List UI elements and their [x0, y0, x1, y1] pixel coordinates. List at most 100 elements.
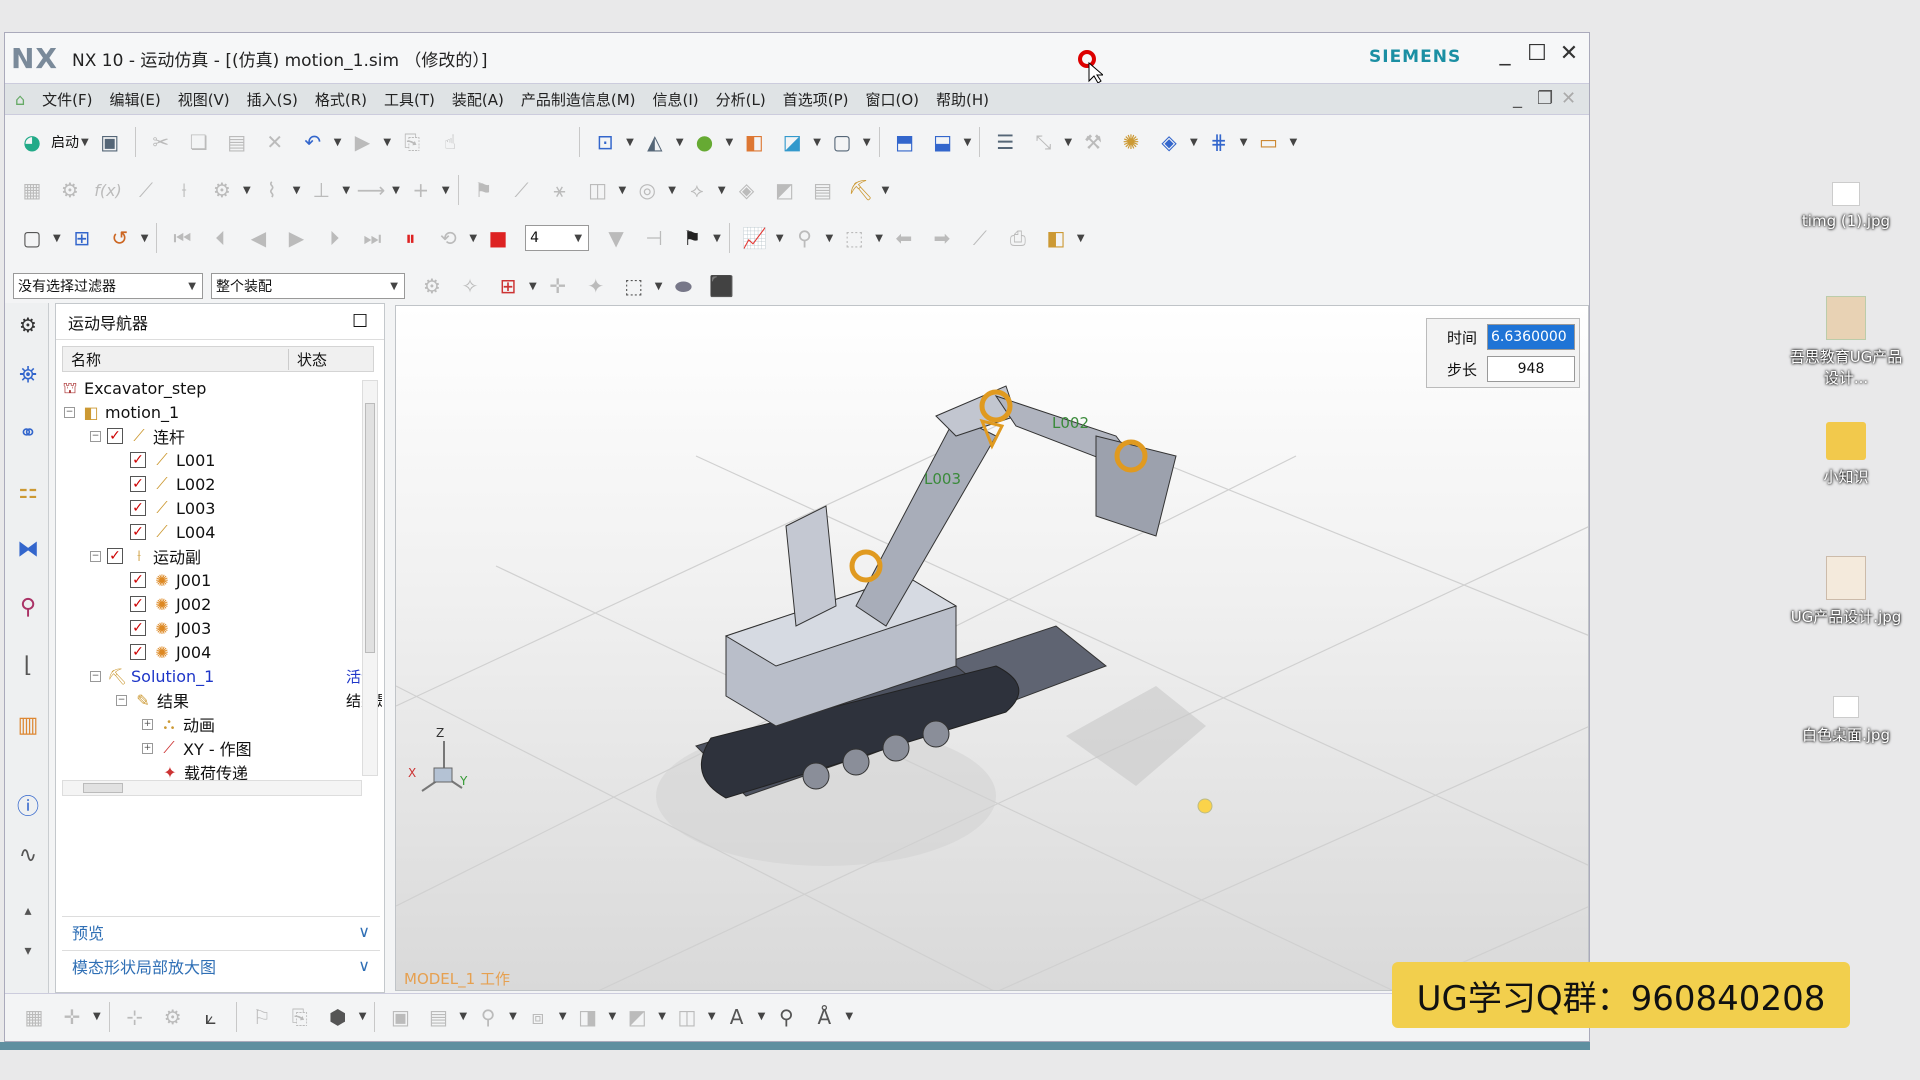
graphics-viewport[interactable]: L002 L003 Z X Y MODEL_1 工作 时间 6.6360000 … [395, 305, 1589, 991]
desktop-file-ug[interactable]: UG产品设计.jpg [1786, 556, 1906, 627]
solver-icon[interactable]: ⚹ [545, 175, 575, 205]
solid-icon[interactable]: ⬬ [668, 271, 698, 301]
menu-help[interactable]: 帮助(H) [936, 89, 989, 110]
text-size-icon[interactable]: A [722, 1002, 752, 1032]
menu-window[interactable]: 窗口(O) [865, 89, 919, 110]
start-button[interactable]: 启动 [51, 132, 79, 152]
step-field[interactable]: 948 [1487, 356, 1575, 382]
collapse-icon[interactable]: − [116, 694, 127, 706]
rect-select-icon[interactable]: ⬚ [619, 271, 649, 301]
cube-icon[interactable]: ◧ [1041, 223, 1071, 253]
settings-gear-icon[interactable]: ⚙ [13, 313, 43, 343]
gear-icon[interactable]: ⚙ [207, 175, 237, 205]
grid-icon[interactable]: ⋕ [1204, 127, 1234, 157]
step-combo[interactable]: 4 ▼ [525, 225, 590, 251]
step-forward-icon[interactable]: ⏵ [319, 223, 349, 253]
save-icon[interactable]: ▣ [95, 127, 125, 157]
arrow-right-icon[interactable]: ➡ [927, 223, 957, 253]
visibility-checkbox[interactable]: ✓ [107, 548, 123, 564]
motion-navigator-tab-icon[interactable]: ⛯ [13, 363, 43, 393]
doc-restore-button[interactable]: ❐ [1537, 88, 1553, 109]
column-status[interactable]: 状态 [289, 349, 327, 370]
frame-icon[interactable]: ▢ [17, 223, 47, 253]
menu-assembly[interactable]: 装配(A) [452, 89, 504, 110]
cut-icon[interactable]: ✂ [146, 127, 176, 157]
csys-icon[interactable]: ⊹ [120, 1002, 150, 1032]
finish-flag-icon[interactable]: ⚑ [677, 223, 707, 253]
measure-tool-icon[interactable]: ⚒ [1078, 127, 1108, 157]
constraint-icon[interactable]: ⊥ [306, 175, 336, 205]
menu-view[interactable]: 视图(V) [178, 89, 230, 110]
feature-icon[interactable]: ✦ [581, 271, 611, 301]
box-select-icon[interactable]: ⬚ [839, 223, 869, 253]
select-settings-icon[interactable]: ⚙ [417, 271, 447, 301]
preview-panel[interactable]: 预览 ∨ [62, 916, 380, 946]
snapshot-icon[interactable]: ⊣ [639, 223, 669, 253]
solution-icon[interactable]: ◫ [583, 175, 613, 205]
visibility-checkbox[interactable]: ✓ [130, 452, 146, 468]
visibility-checkbox[interactable]: ✓ [130, 572, 146, 588]
menu-format[interactable]: 格式(R) [315, 89, 367, 110]
menu-analysis[interactable]: 分析(L) [716, 89, 766, 110]
mass-icon[interactable]: ⬢ [323, 1002, 353, 1032]
menu-preferences[interactable]: 首选项(P) [783, 89, 849, 110]
render-style-icon[interactable]: ◭ [640, 127, 670, 157]
driver-icon[interactable]: ⟶ [356, 175, 386, 205]
vector-icon[interactable]: ⟀ [196, 1002, 226, 1032]
desktop-file-timg[interactable]: timg (1).jpg [1786, 182, 1906, 230]
desktop-file-white[interactable]: 白色桌面.jpg [1786, 696, 1906, 745]
delete-icon[interactable]: ✕ [260, 127, 290, 157]
tree-horizontal-scrollbar[interactable] [62, 780, 362, 796]
loop-icon[interactable]: ⟲ [433, 223, 463, 253]
menu-file[interactable]: 文件(F) [42, 89, 92, 110]
force-icon[interactable]: + [406, 175, 436, 205]
window-copy-icon[interactable]: ⎘ [397, 127, 427, 157]
table-icon[interactable]: ▤ [808, 175, 838, 205]
visibility-checkbox[interactable]: ✓ [130, 620, 146, 636]
h-scroll-thumb[interactable] [83, 783, 123, 793]
assembly-navigator-icon[interactable]: ⚭ [13, 421, 43, 451]
mode-shape-panel[interactable]: 模态形状局部放大图 ∨ [62, 950, 380, 980]
visibility-checkbox[interactable]: ✓ [130, 596, 146, 612]
visibility-checkbox[interactable]: ✓ [130, 644, 146, 660]
plot-icon[interactable]: ⟋ [965, 223, 995, 253]
section-icon[interactable]: ◪ [777, 127, 807, 157]
snap-icon[interactable]: ◈ [1154, 127, 1184, 157]
doc-close-button[interactable]: ✕ [1561, 88, 1576, 109]
history-icon[interactable]: ⌊ [13, 653, 43, 683]
body-icon[interactable]: ⬛ [706, 271, 736, 301]
last-frame-icon[interactable]: ⏭ [357, 223, 387, 253]
clip-icon[interactable]: ⧈ [523, 1002, 553, 1032]
menu-pmi[interactable]: 产品制造信息(M) [521, 89, 636, 110]
analysis-icon[interactable]: ⛏ [846, 175, 876, 205]
assembly-icon[interactable]: ✺ [1116, 127, 1146, 157]
first-frame-icon[interactable]: ⏮ [167, 223, 197, 253]
probe-icon[interactable]: ⚲ [790, 223, 820, 253]
navigator-maximize-icon[interactable]: ☐ [352, 311, 368, 332]
box-icon[interactable]: ▣ [385, 1002, 415, 1032]
reuse-library-icon[interactable]: ⚲ [13, 595, 43, 625]
desktop-folder[interactable]: 小知识 [1786, 422, 1906, 487]
interference-icon[interactable]: ◎ [632, 175, 662, 205]
sim-file-icon[interactable]: ▦ [17, 175, 47, 205]
copy-icon[interactable]: ❏ [184, 127, 214, 157]
arrow-left-icon[interactable]: ⬅ [889, 223, 919, 253]
pause-icon[interactable]: ⏸ [395, 223, 425, 253]
expand-icon[interactable]: + [142, 742, 153, 754]
articulate-icon[interactable]: ◈ [732, 175, 762, 205]
stack-icon[interactable]: ◩ [622, 1002, 652, 1032]
scroll-up-icon[interactable]: ▴ [13, 903, 43, 933]
fit-view-icon[interactable]: ⊡ [590, 127, 620, 157]
environment-icon[interactable]: ⚙ [55, 175, 85, 205]
reset-icon[interactable]: ↺ [105, 223, 135, 253]
part-navigator-icon[interactable]: ⧓ [13, 537, 43, 567]
visibility-checkbox[interactable]: ✓ [107, 428, 123, 444]
packaging-icon[interactable]: ◩ [770, 175, 800, 205]
touch-mode-icon[interactable]: ☝ [435, 127, 465, 157]
close-button[interactable]: ✕ [1555, 41, 1583, 66]
text-style-icon[interactable]: Å [809, 1002, 839, 1032]
grid-view-icon[interactable]: ⊞ [67, 223, 97, 253]
marker-icon[interactable]: ⚑ [469, 175, 499, 205]
drawing-icon[interactable]: ▦ [19, 1002, 49, 1032]
box3d-icon[interactable]: ◨ [573, 1002, 603, 1032]
